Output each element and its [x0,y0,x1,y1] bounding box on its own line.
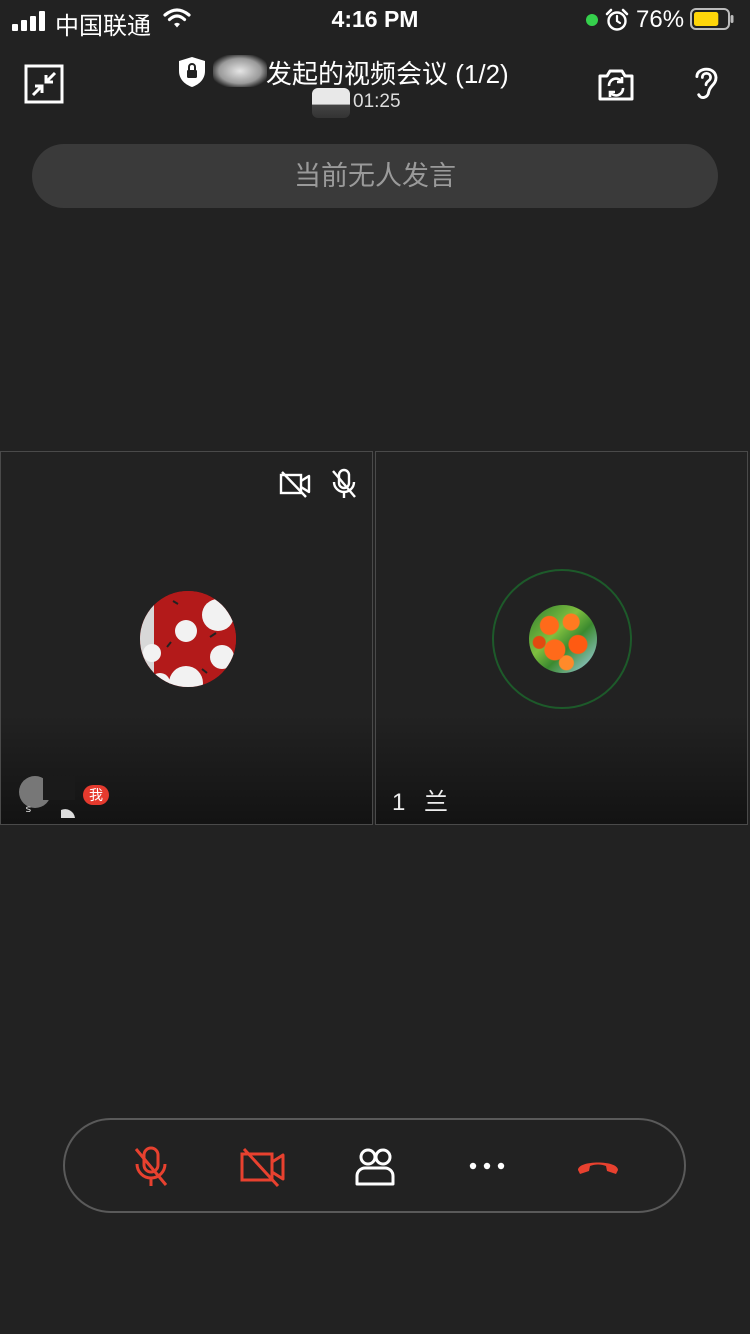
mic-muted-icon[interactable] [127,1142,175,1190]
avatar [529,605,597,673]
meeting-title: 发起的视频会议 (1/2) [266,59,509,89]
camera-in-use-indicator [586,14,598,26]
participant-name: 1 兰 [392,789,455,816]
alarm-icon [605,8,629,31]
meeting-duration: 01:25 [353,91,401,112]
lock-icon [179,57,205,87]
me-badge: 我 [83,785,109,805]
shrink-window-icon[interactable] [24,64,64,104]
participant-name-redacted: ˢ [19,776,75,820]
redacted-mark [312,88,350,118]
status-bar: 中国联通 4:16 PM 76% [0,0,750,40]
battery-percent: 76% [636,6,685,33]
ear-icon[interactable] [686,62,726,102]
mic-muted-icon [332,468,356,498]
battery-icon [690,8,734,30]
hang-up-icon[interactable] [574,1142,622,1190]
avatar [140,591,236,687]
host-name-redacted [213,55,267,87]
participant-tile-remote[interactable]: 1 兰 [375,451,748,825]
camera-off-icon[interactable] [238,1142,286,1190]
speaking-status: 当前无人发言 [294,161,456,191]
svg-text:ˢ: ˢ [25,802,32,820]
participant-tile-self[interactable]: ˢ 我 [0,451,373,825]
switch-camera-icon[interactable] [596,64,636,104]
more-icon[interactable] [463,1142,511,1190]
members-icon[interactable] [351,1142,399,1190]
camera-off-icon [279,471,311,498]
